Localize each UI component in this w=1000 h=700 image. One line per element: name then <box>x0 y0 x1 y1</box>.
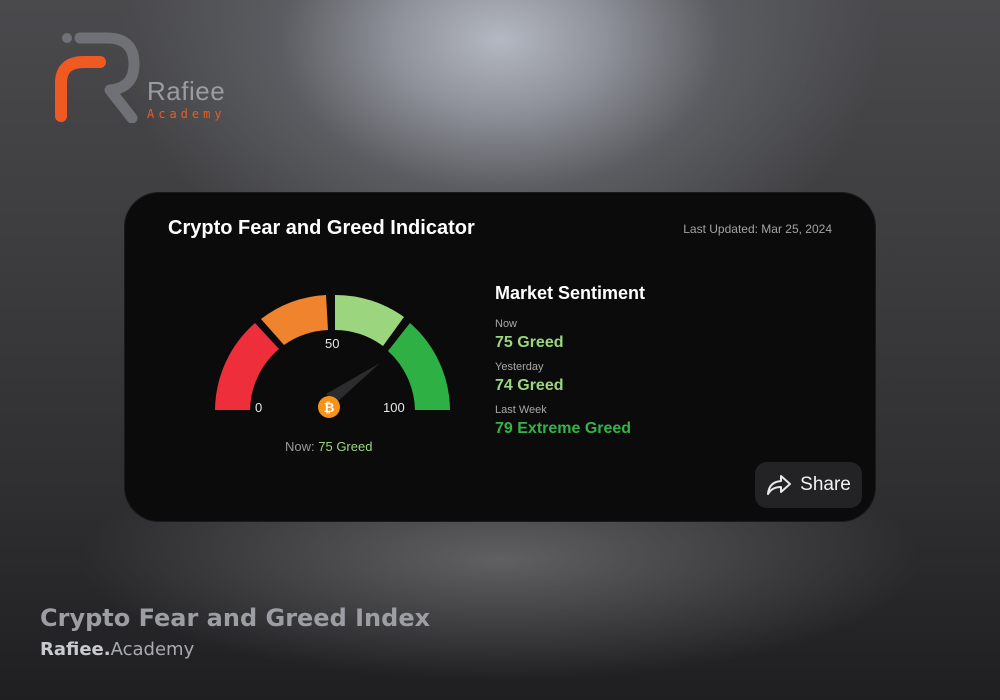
gauge-mid-label: 50 <box>325 336 340 351</box>
gauge-max-label: 100 <box>383 400 405 415</box>
market-sentiment: Market Sentiment Now 75 Greed Yesterday … <box>495 283 645 447</box>
gauge-now-value: 75 Greed <box>318 439 373 454</box>
gauge-segment-greed <box>335 294 404 346</box>
gauge-segment-extreme-fear <box>215 323 279 410</box>
share-label: Share <box>800 474 851 495</box>
gauge-needle <box>326 363 380 403</box>
sentiment-gauge: ₿ 0 50 100 <box>195 283 475 433</box>
sentiment-value-now: 75 Greed <box>495 334 564 351</box>
footer-brand-rest: Academy <box>110 639 195 660</box>
logo-subtitle: Academy <box>147 107 226 121</box>
last-updated: Last Updated: Mar 25, 2024 <box>683 222 832 236</box>
gauge-now-prefix: Now: <box>285 439 315 454</box>
logo-name: Rafiee <box>147 76 226 106</box>
gauge-segment-fear <box>261 295 328 345</box>
sentiment-label-last-week: Last Week <box>495 404 547 416</box>
sentiment-label-yesterday: Yesterday <box>495 361 544 373</box>
footer-brand-bold: Rafiee. <box>40 639 111 660</box>
sentiment-value-yesterday: 74 Greed <box>495 377 564 394</box>
gauge-segment-extreme-greed <box>388 323 450 410</box>
share-button[interactable]: Share <box>755 462 862 508</box>
footer-brand: Rafiee.Academy <box>40 639 194 660</box>
gauge-min-label: 0 <box>255 400 263 415</box>
card-title: Crypto Fear and Greed Indicator <box>168 217 475 239</box>
footer-title: Crypto Fear and Greed Index <box>40 604 431 632</box>
share-arrow-icon <box>767 475 792 495</box>
svg-text:₿: ₿ <box>324 400 335 415</box>
sentiment-row-now: Now 75 Greed <box>495 318 645 352</box>
sentiment-label-now: Now <box>495 318 518 330</box>
sentiment-row-last-week: Last Week 79 Extreme Greed <box>495 404 645 438</box>
rafiee-academy-logo: Rafiee Academy <box>52 28 252 128</box>
logo-r-mark-icon <box>55 32 140 123</box>
fear-greed-card: Crypto Fear and Greed Indicator Last Upd… <box>125 193 875 521</box>
sentiment-value-last-week: 79 Extreme Greed <box>495 420 632 437</box>
gauge-now-readout: Now: 75 Greed <box>285 439 372 454</box>
market-sentiment-title: Market Sentiment <box>495 283 646 303</box>
sentiment-row-yesterday: Yesterday 74 Greed <box>495 361 645 395</box>
